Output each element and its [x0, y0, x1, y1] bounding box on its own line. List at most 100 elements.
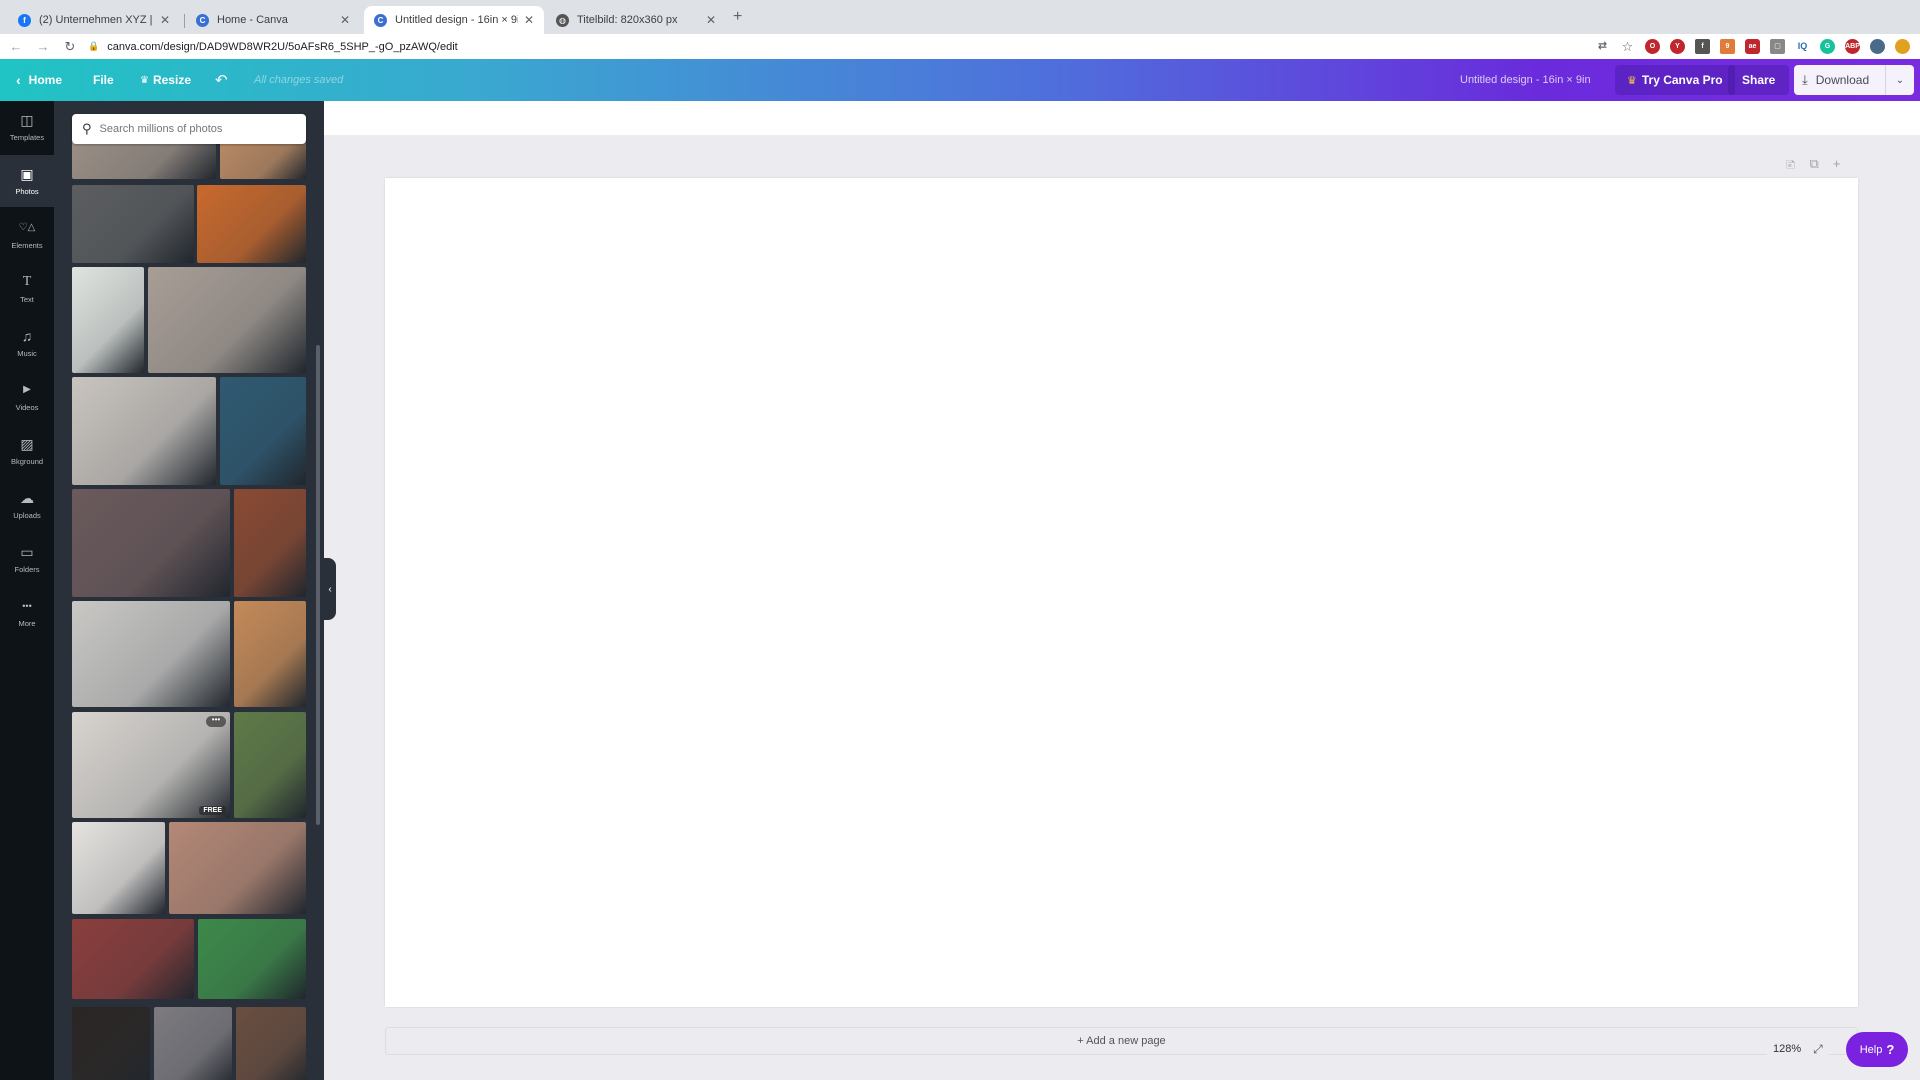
- extension-icon[interactable]: 9: [1720, 39, 1735, 54]
- help-button[interactable]: Help ?: [1846, 1032, 1908, 1067]
- photo-thumbnail[interactable]: [220, 377, 306, 485]
- photo-thumbnail[interactable]: [72, 1007, 150, 1080]
- photo-more-options-button[interactable]: •••: [206, 716, 226, 727]
- duplicate-page-icon[interactable]: ⧉: [1810, 156, 1819, 178]
- photo-thumbnail[interactable]: [72, 489, 230, 597]
- bookmark-star-icon[interactable]: ☆: [1620, 39, 1635, 54]
- panel-scrollbar[interactable]: [316, 345, 320, 825]
- photo-search-input[interactable]: [99, 123, 280, 135]
- back-icon[interactable]: ←: [5, 39, 27, 54]
- rail-item-more[interactable]: ••• More: [0, 587, 54, 639]
- crown-icon: ♛: [1627, 74, 1637, 87]
- add-page-icon[interactable]: +: [1833, 156, 1841, 178]
- extension-icon[interactable]: IQ: [1795, 39, 1810, 54]
- photo-thumbnail[interactable]: [154, 1007, 232, 1080]
- photos-icon: ▣: [20, 166, 34, 182]
- photo-thumbnail[interactable]: [72, 185, 194, 263]
- extension-icon[interactable]: O: [1645, 39, 1660, 54]
- zoom-level[interactable]: 128%: [1773, 1043, 1801, 1055]
- close-tab-icon[interactable]: ✕: [340, 13, 350, 27]
- url-text: canva.com/design/DAD9WD8WR2U/5oAFsR6_5SH…: [107, 40, 458, 53]
- photo-thumbnail[interactable]: [72, 267, 144, 373]
- translate-icon[interactable]: ⇄: [1595, 39, 1610, 54]
- elements-icon: ♡△: [18, 222, 36, 233]
- globe-icon: ◍: [556, 13, 569, 27]
- photo-search-box[interactable]: ⚲: [72, 114, 306, 144]
- extension-icon[interactable]: ae: [1745, 39, 1760, 54]
- photo-thumbnail[interactable]: [198, 919, 306, 999]
- download-button[interactable]: ⤓ Download: [1794, 65, 1886, 95]
- download-button-group: ⤓ Download ⌄: [1794, 65, 1914, 95]
- photo-thumbnail[interactable]: [72, 377, 216, 485]
- rail-item-music[interactable]: ♫ Music: [0, 317, 54, 369]
- collapse-panel-button[interactable]: ‹: [324, 558, 336, 620]
- add-new-page-button[interactable]: + Add a new page: [385, 1027, 1858, 1055]
- add-note-icon[interactable]: 🗈: [1786, 156, 1796, 178]
- photo-thumbnail[interactable]: [72, 919, 194, 999]
- photo-thumbnail[interactable]: ••• FREE: [72, 712, 230, 818]
- text-icon: T: [22, 274, 32, 289]
- file-menu-button[interactable]: File: [93, 59, 114, 101]
- photo-thumbnail[interactable]: [234, 712, 306, 818]
- tab-divider: [184, 14, 185, 28]
- chevron-down-icon[interactable]: ⌄: [1886, 75, 1914, 86]
- zoom-control[interactable]: 128% ⤢: [1767, 1034, 1829, 1064]
- facebook-icon: f: [18, 13, 31, 27]
- chevron-left-icon: ‹: [328, 583, 332, 595]
- undo-icon[interactable]: ↶: [215, 59, 228, 101]
- close-tab-icon[interactable]: ✕: [160, 13, 170, 27]
- forward-icon[interactable]: →: [32, 39, 54, 54]
- extension-icon[interactable]: ▢: [1770, 39, 1785, 54]
- browser-tab-bar: f (2) Unternehmen XYZ | Faceb ✕ C Home -…: [0, 0, 1920, 34]
- photo-thumbnail[interactable]: [220, 141, 306, 179]
- photo-thumbnail[interactable]: [169, 822, 306, 914]
- try-canva-pro-button[interactable]: ♛ Try Canva Pro: [1615, 65, 1735, 95]
- rail-item-background[interactable]: ▨ Bkground: [0, 425, 54, 477]
- rail-item-templates[interactable]: ◫ Templates: [0, 101, 54, 153]
- rail-item-videos[interactable]: ▶ Videos: [0, 371, 54, 423]
- rail-item-photos[interactable]: ▣ Photos: [0, 155, 54, 207]
- share-button[interactable]: Share: [1728, 65, 1790, 95]
- rail-item-uploads[interactable]: ☁ Uploads: [0, 479, 54, 531]
- rail-item-folders[interactable]: ▭ Folders: [0, 533, 54, 585]
- design-canvas-page[interactable]: [385, 178, 1858, 1007]
- extension-icon[interactable]: f: [1695, 39, 1710, 54]
- browser-tab-home-canva[interactable]: C Home - Canva ✕: [186, 6, 360, 34]
- profile-avatar[interactable]: [1870, 39, 1885, 54]
- background-icon: ▨: [20, 436, 34, 452]
- photo-thumbnail[interactable]: [72, 601, 230, 707]
- photo-thumbnail[interactable]: [72, 822, 165, 914]
- home-button[interactable]: ‹ Home: [16, 59, 62, 101]
- rail-item-text[interactable]: T Text: [0, 263, 54, 315]
- close-tab-icon[interactable]: ✕: [524, 13, 534, 27]
- rail-item-elements[interactable]: ♡△ Elements: [0, 209, 54, 261]
- chevron-left-icon: ‹: [16, 72, 21, 88]
- browser-tab-titelbild[interactable]: ◍ Titelbild: 820x360 px ✕: [546, 6, 726, 34]
- new-tab-button[interactable]: +: [733, 8, 742, 26]
- templates-icon: ◫: [20, 112, 34, 128]
- update-icon[interactable]: [1895, 39, 1910, 54]
- photo-thumbnail[interactable]: [148, 267, 306, 373]
- resize-button[interactable]: ♛ Resize: [140, 59, 191, 101]
- photo-thumbnail[interactable]: [197, 185, 306, 263]
- photo-thumbnail[interactable]: [234, 601, 306, 707]
- extension-icon[interactable]: Y: [1670, 39, 1685, 54]
- search-icon: ⚲: [82, 121, 92, 136]
- url-field[interactable]: 🔒 canva.com/design/DAD9WD8WR2U/5oAFsR6_5…: [88, 37, 1618, 56]
- lock-icon: 🔒: [88, 41, 100, 51]
- browser-tab-untitled-design[interactable]: C Untitled design - 16in × 9in ✕: [364, 6, 544, 34]
- grammarly-icon[interactable]: G: [1820, 39, 1835, 54]
- more-icon: •••: [22, 601, 32, 611]
- fullscreen-icon[interactable]: ⤢: [1813, 1042, 1823, 1057]
- uploads-icon: ☁: [20, 490, 34, 506]
- photo-thumbnail[interactable]: [236, 1007, 306, 1080]
- design-title[interactable]: Untitled design - 16in × 9in: [1460, 59, 1591, 101]
- adblock-icon[interactable]: ABP: [1845, 39, 1860, 54]
- photo-thumbnail[interactable]: [234, 489, 306, 597]
- videos-icon: ▶: [23, 384, 31, 395]
- reload-icon[interactable]: ↻: [59, 39, 81, 55]
- close-tab-icon[interactable]: ✕: [706, 13, 716, 27]
- browser-tab-facebook[interactable]: f (2) Unternehmen XYZ | Faceb ✕: [8, 6, 180, 34]
- photo-thumbnail[interactable]: [72, 141, 216, 179]
- side-navigation: ◫ Templates ▣ Photos ♡△ Elements T Text …: [0, 101, 54, 1080]
